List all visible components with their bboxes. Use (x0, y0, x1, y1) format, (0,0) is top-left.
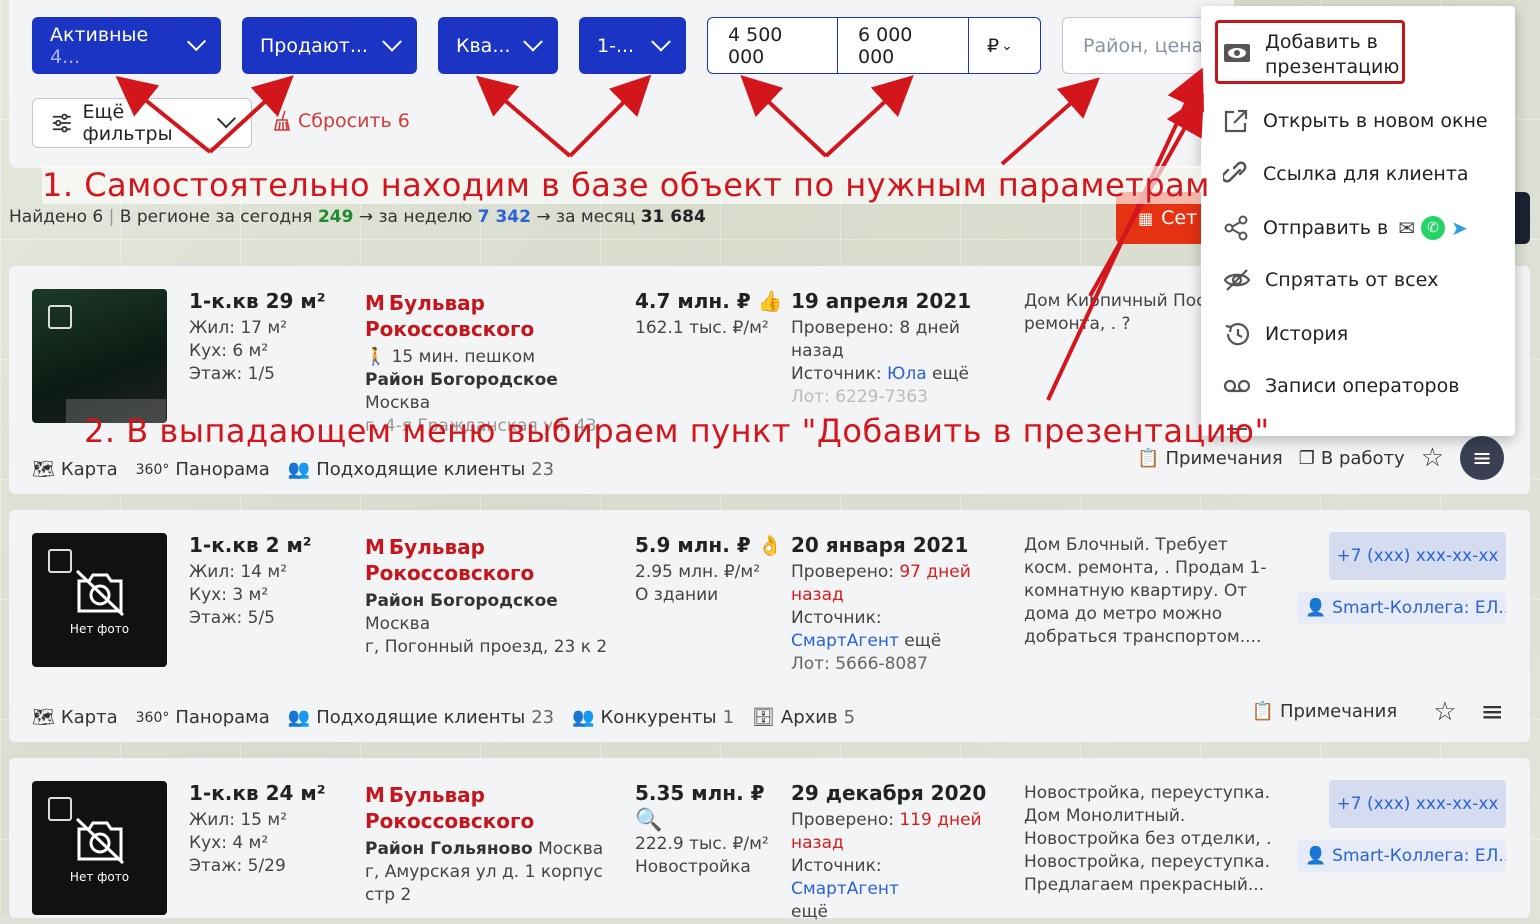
annotation-arrows (115, 67, 1205, 401)
annotation-step-1: 1. Самостоятельно находим в базе объект … (42, 166, 1210, 204)
annotation-step-2: 2. В выпадающем меню выбираем пункт "Доб… (84, 412, 1270, 450)
annotation-arrow (115, 67, 1205, 401)
